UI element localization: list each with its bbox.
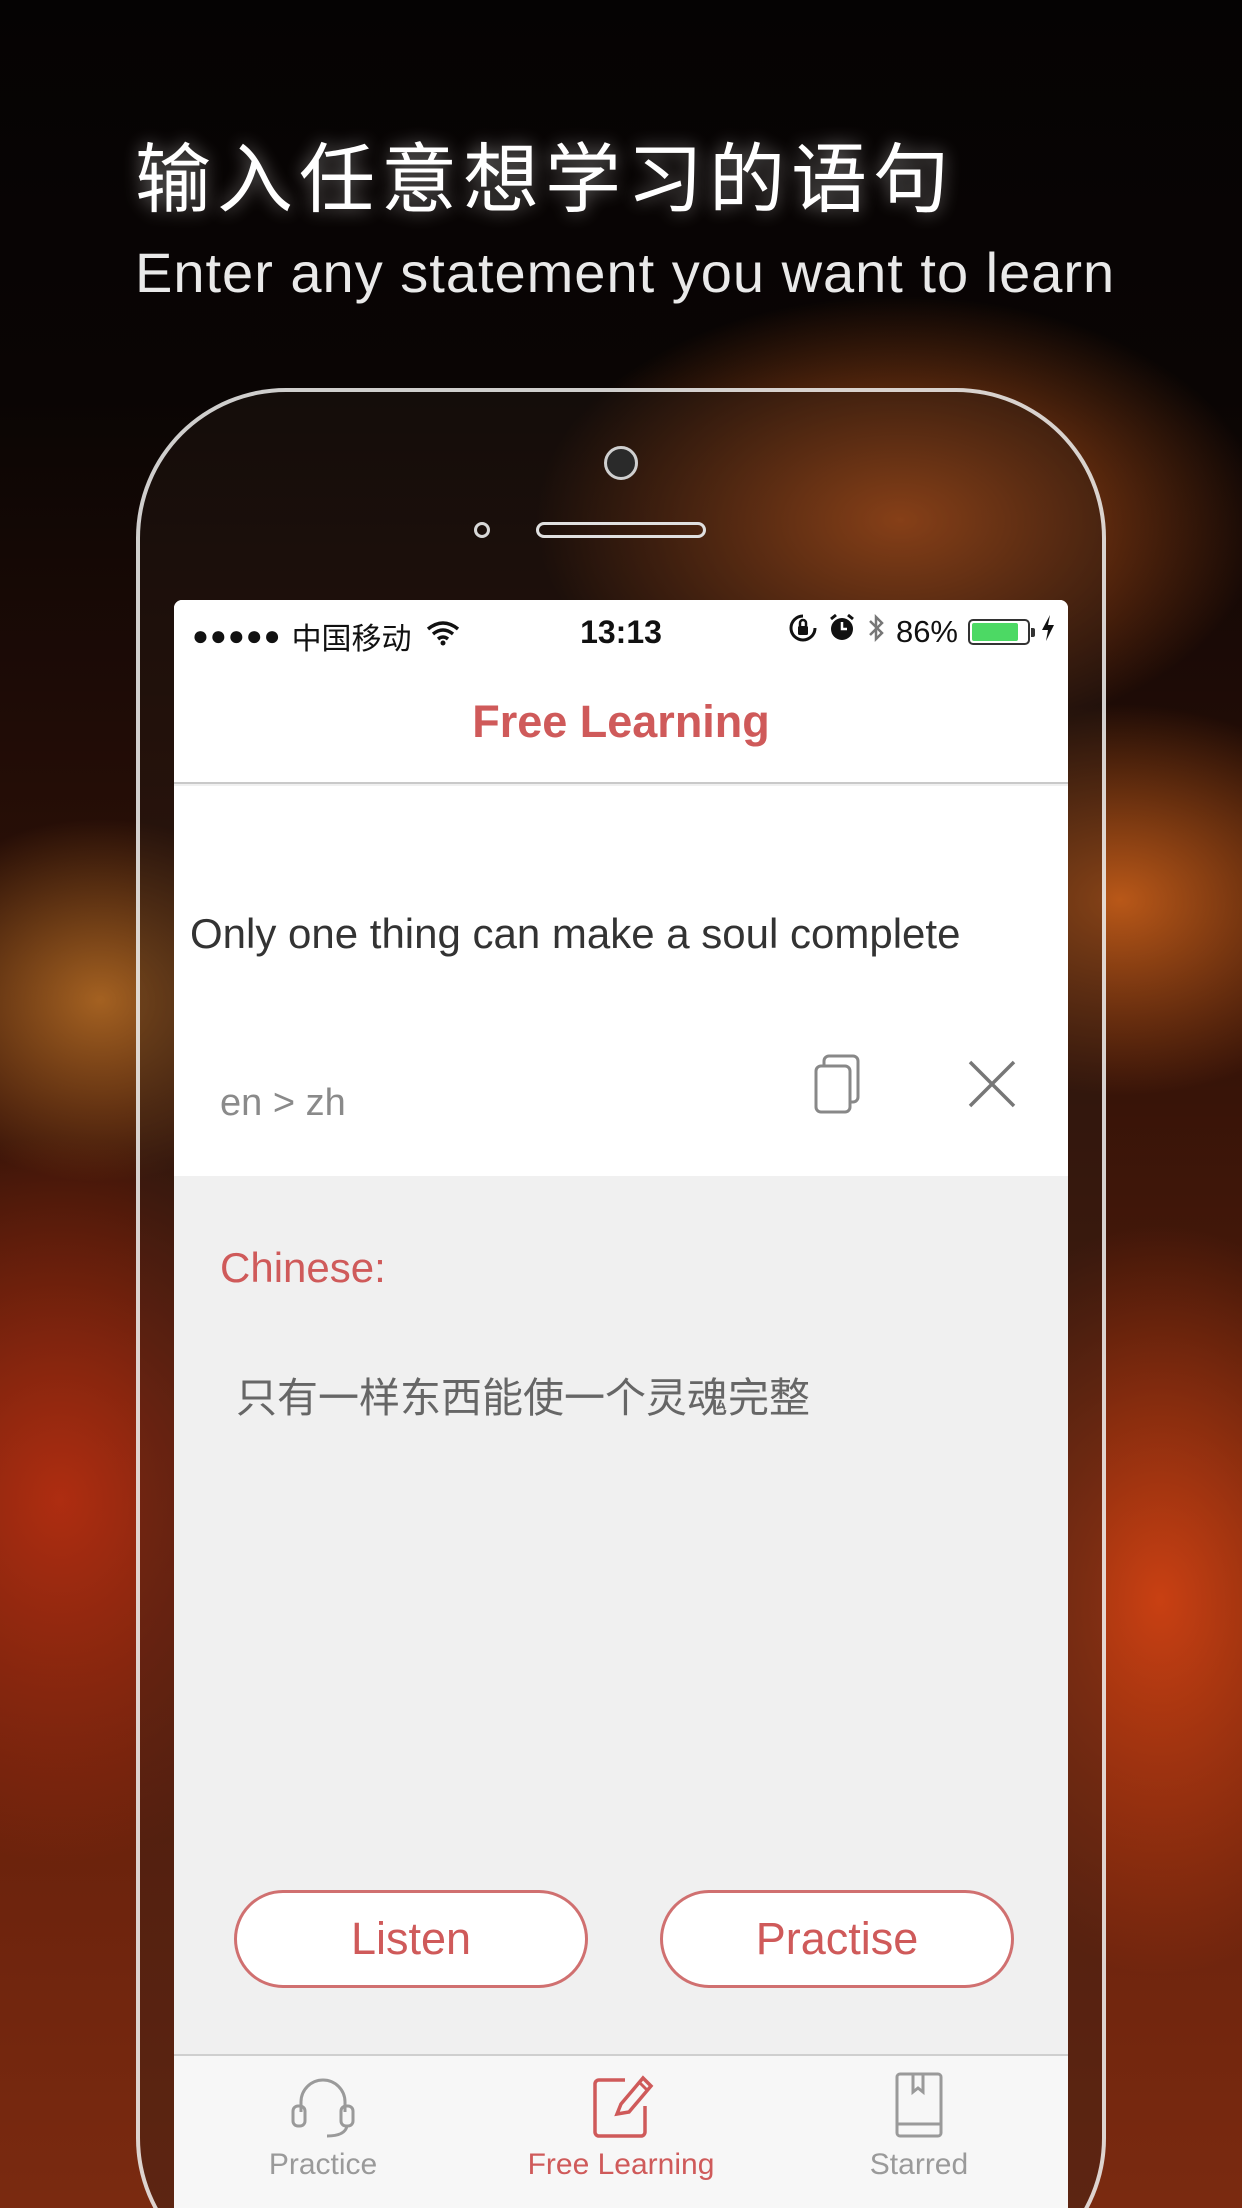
- bluetooth-icon: [866, 612, 886, 652]
- result-language-label: Chinese:: [220, 1244, 386, 1291]
- book-icon: [895, 2072, 943, 2138]
- copy-button[interactable]: [810, 1054, 866, 1116]
- alarm-icon: [828, 613, 856, 651]
- source-text-input[interactable]: Only one thing can make a soul complete: [190, 910, 960, 958]
- promo-headline-chinese: 输入任意想学习的语句: [135, 135, 955, 224]
- input-area[interactable]: Only one thing can make a soul complete …: [174, 786, 1068, 1176]
- close-icon: [968, 1060, 1016, 1108]
- battery-level: [972, 623, 1019, 641]
- battery-percent: 86%: [895, 614, 958, 649]
- copy-icon: [814, 1054, 860, 1114]
- charging-icon: [1040, 614, 1056, 650]
- phone-screen: ●●●●● 中国移动 13:13 86% Free Learning Only …: [174, 600, 1068, 2208]
- tab-practice[interactable]: Practice: [174, 2056, 472, 2208]
- listen-button[interactable]: Listen: [234, 1890, 588, 1988]
- edit-icon: [593, 2075, 654, 2138]
- status-right: 86%: [788, 612, 1056, 652]
- tab-label-free-learning: Free Learning: [527, 2148, 715, 2181]
- front-camera: [604, 446, 638, 480]
- practise-button[interactable]: Practise: [660, 1890, 1014, 1988]
- battery-icon: [968, 619, 1035, 645]
- earpiece-speaker: [536, 522, 706, 538]
- status-bar: ●●●●● 中国移动 13:13 86%: [174, 600, 1068, 664]
- navigation-bar: Free Learning: [174, 664, 1068, 784]
- page-title: Free Learning: [472, 696, 770, 747]
- tab-label-practice: Practice: [268, 2148, 378, 2181]
- promo-headline-english: Enter any statement you want to learn: [135, 241, 1116, 304]
- tab-label-starred: Starred: [869, 2148, 969, 2181]
- clear-button[interactable]: [964, 1056, 1020, 1112]
- language-pair-selector[interactable]: en > zh: [220, 1082, 346, 1125]
- rotation-lock-icon: [788, 613, 818, 651]
- proximity-sensor: [474, 522, 490, 538]
- tab-starred[interactable]: Starred: [770, 2056, 1068, 2208]
- headphones-icon: [291, 2078, 355, 2138]
- tab-bar: Practice Free Learning Starred: [174, 2054, 1068, 2208]
- translation-text: 只有一样东西能使一个灵魂完整: [236, 1374, 810, 1422]
- tab-free-learning[interactable]: Free Learning: [472, 2056, 770, 2208]
